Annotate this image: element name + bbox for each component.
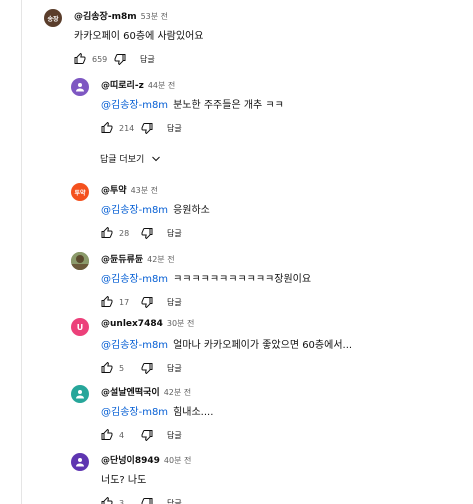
dislike-icon[interactable]: [114, 53, 126, 65]
reply-button[interactable]: 답글: [167, 430, 182, 441]
like-count: 214: [119, 123, 135, 133]
user-silhouette-icon: [76, 390, 84, 399]
reply-button[interactable]: 답글: [167, 498, 182, 504]
like-icon[interactable]: [101, 362, 113, 374]
comment-author[interactable]: @김송장-m8m: [74, 9, 137, 22]
dislike-icon[interactable]: [141, 362, 153, 374]
reply-button[interactable]: 답글: [167, 297, 182, 308]
comment-text: @김송장-m8m 힘내소....: [101, 407, 214, 418]
comment-text: @김송장-m8m 분노한 주주들은 개추 ㅋㅋ: [101, 100, 284, 111]
reply-button[interactable]: 답글: [167, 228, 182, 239]
avatar[interactable]: [71, 453, 89, 471]
like-icon[interactable]: [101, 497, 113, 504]
more-replies-button[interactable]: 답글 더보기: [100, 152, 162, 165]
thread-line: [21, 0, 22, 504]
comment-time[interactable]: 44분 전: [148, 80, 175, 91]
reply-comment: @설날엔떡국이 42분 전 @김송장-m8m 힘내소.... 4 답글: [71, 385, 213, 442]
reply-button[interactable]: 답글: [140, 54, 155, 65]
user-silhouette-icon: [76, 458, 84, 467]
like-count: 3: [119, 498, 125, 504]
mention-link[interactable]: @김송장-m8m: [101, 100, 168, 111]
comment-time[interactable]: 30분 전: [167, 318, 194, 329]
avatar[interactable]: [71, 78, 89, 96]
reply-button[interactable]: 답글: [167, 123, 182, 134]
comment-author[interactable]: @띠로리-z: [101, 78, 144, 91]
comment-text: @김송장-m8m 응원하소: [101, 205, 210, 216]
comment-time[interactable]: 42분 전: [147, 254, 174, 265]
avatar[interactable]: 송장: [44, 9, 62, 27]
mention-link[interactable]: @김송장-m8m: [101, 205, 168, 216]
mention-link[interactable]: @김송장-m8m: [101, 274, 168, 285]
avatar-initials: 송장: [47, 15, 59, 23]
avatar[interactable]: 투약: [71, 183, 89, 201]
like-icon[interactable]: [101, 296, 113, 308]
reply-comment: @단넝이8949 40분 전 너도? 나도 3 답글: [71, 453, 191, 504]
dislike-icon[interactable]: [141, 227, 153, 239]
like-icon[interactable]: [101, 227, 113, 239]
dislike-icon[interactable]: [141, 296, 153, 308]
reply-comment: @띠로리-z 44분 전 @김송장-m8m 분노한 주주들은 개추 ㅋㅋ 214 …: [71, 78, 284, 135]
comment-time[interactable]: 42분 전: [164, 387, 191, 398]
avatar-initials: U: [76, 322, 84, 332]
reply-comment: 투약 @투약 43분 전 @김송장-m8m 응원하소 28 답글: [71, 183, 210, 240]
comment-author[interactable]: @설날엔떡국이: [101, 385, 160, 398]
comment-author[interactable]: @단넝이8949: [101, 453, 160, 466]
comment: 송장 @김송장-m8m 53분 전 카카오페이 60층에 사람있어요 659 답…: [44, 9, 203, 66]
user-silhouette-icon: [76, 83, 84, 92]
like-icon[interactable]: [101, 429, 113, 441]
like-count: 4: [119, 430, 125, 440]
reply-button[interactable]: 답글: [167, 363, 182, 374]
comment-text: @김송장-m8m ㅋㅋㅋㅋㅋㅋㅋㅋㅋㅋㅋ장원이요: [101, 274, 312, 285]
like-icon[interactable]: [74, 53, 86, 65]
reply-comment: U @unlex7484 30분 전 @김송장-m8m 얼마나 카카오페이가 좋았…: [71, 318, 352, 375]
avatar-photo: [71, 252, 89, 270]
comment-author[interactable]: @투약: [101, 183, 127, 196]
reply-comment: @듄듀류듄 42분 전 @김송장-m8m ㅋㅋㅋㅋㅋㅋㅋㅋㅋㅋㅋ장원이요 17 답…: [71, 252, 311, 309]
dislike-icon[interactable]: [141, 122, 153, 134]
like-count: 28: [119, 228, 130, 238]
avatar[interactable]: [71, 252, 89, 270]
like-count: 5: [119, 363, 125, 373]
dislike-icon[interactable]: [141, 497, 153, 504]
like-count: 17: [119, 297, 130, 307]
comment-text: 카카오페이 60층에 사람있어요: [74, 31, 204, 42]
comment-author[interactable]: @듄듀류듄: [101, 252, 143, 265]
chevron-down-icon: [152, 156, 161, 161]
more-replies-label: 답글 더보기: [100, 155, 145, 165]
mention-link[interactable]: @김송장-m8m: [101, 340, 168, 351]
dislike-icon[interactable]: [141, 429, 153, 441]
comment-author[interactable]: @unlex7484: [101, 319, 163, 329]
comment-text: @김송장-m8m 얼마나 카카오페이가 좋았으면 60층에서...: [101, 340, 353, 351]
avatar-initials: 투약: [74, 189, 86, 197]
comment-time[interactable]: 40분 전: [164, 455, 191, 466]
mention-link[interactable]: @김송장-m8m: [101, 407, 168, 418]
comment-time[interactable]: 53분 전: [141, 11, 168, 22]
like-icon[interactable]: [101, 122, 113, 134]
like-count: 659: [92, 54, 108, 64]
comment-text: 너도? 나도: [101, 475, 147, 486]
avatar[interactable]: [71, 385, 89, 403]
comment-time[interactable]: 43분 전: [131, 185, 158, 196]
avatar[interactable]: U: [71, 318, 89, 336]
